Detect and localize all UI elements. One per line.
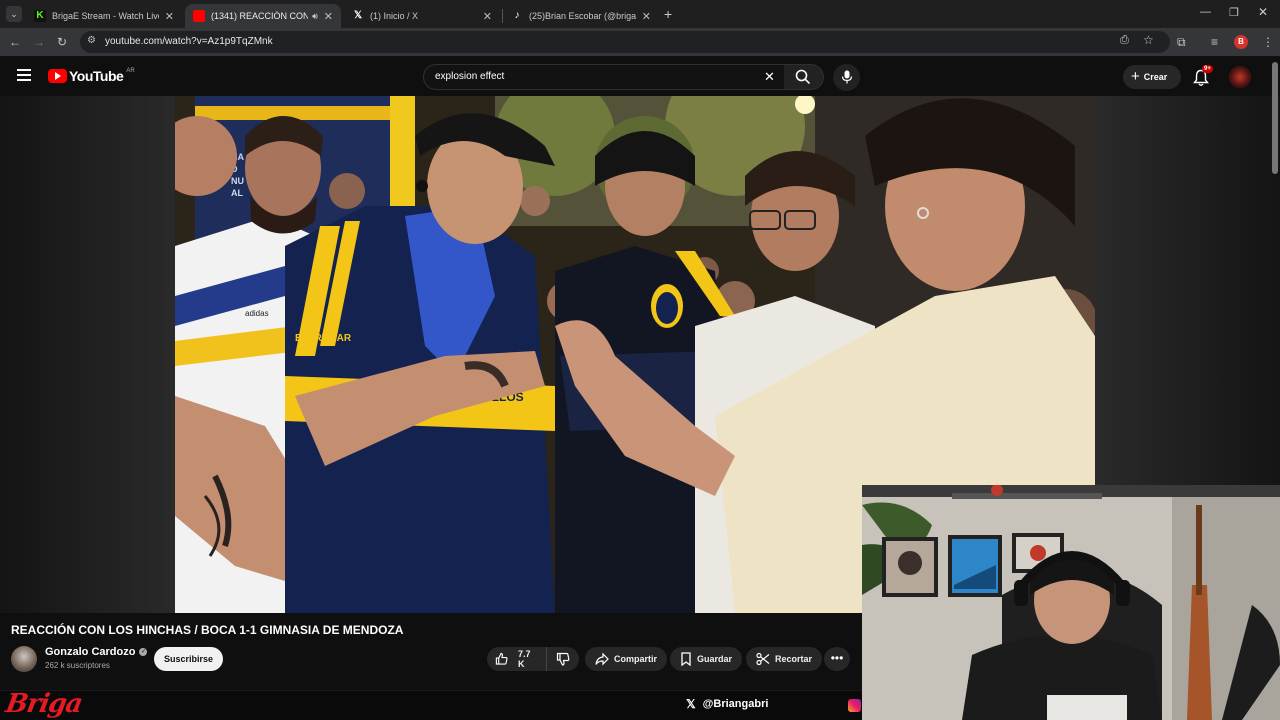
close-icon[interactable]: ✕ bbox=[642, 10, 651, 23]
verified-icon: ✓ bbox=[139, 648, 148, 656]
save-button[interactable]: Guardar bbox=[670, 647, 743, 671]
more-actions-button[interactable]: ••• bbox=[824, 647, 850, 671]
new-tab-button[interactable]: + bbox=[664, 6, 672, 22]
video-ambient-right bbox=[1095, 96, 1280, 496]
back-icon[interactable]: ← bbox=[9, 34, 21, 50]
forward-icon[interactable]: → bbox=[33, 34, 45, 50]
bookmark-star-icon[interactable]: ☆ bbox=[1143, 33, 1154, 47]
streamer-logo-text: Briga bbox=[3, 689, 85, 719]
webcam-frame bbox=[862, 485, 1280, 720]
browser-toolbar: ← → ↻ ⚙ youtube.com/watch?v=Az1p9TqZMnk … bbox=[0, 28, 1280, 56]
profile-avatar[interactable]: B bbox=[1234, 35, 1248, 49]
thumbs-down-icon bbox=[556, 652, 570, 666]
like-dislike-group: 7.7 K bbox=[487, 647, 579, 671]
search-query: explosion effect bbox=[435, 71, 505, 82]
browser-menu-icon[interactable]: ⋮ bbox=[1262, 34, 1274, 50]
tab-tiktok[interactable]: ♪ (25)Brian Escobar (@brigaesc) | ✕ bbox=[503, 4, 659, 28]
address-bar[interactable]: ⚙ youtube.com/watch?v=Az1p9TqZMnk ⎙ ☆ bbox=[80, 31, 1170, 53]
scissors-icon bbox=[756, 652, 770, 666]
save-label: Guardar bbox=[697, 654, 733, 664]
channel-name-text: Gonzalo Cardozo bbox=[45, 646, 136, 658]
svg-text:NU: NU bbox=[231, 176, 244, 186]
tab-x[interactable]: 𝕏 (1) Inicio / X ✕ bbox=[344, 4, 500, 28]
account-avatar[interactable] bbox=[1229, 66, 1251, 88]
close-icon[interactable]: ✕ bbox=[483, 10, 492, 23]
streamer-logo: Briga bbox=[3, 689, 85, 719]
bookmark-icon bbox=[681, 652, 691, 666]
sponsor-text: ESTRUGAR bbox=[295, 333, 352, 344]
x-handle: 𝕏 @Briangabri bbox=[686, 697, 768, 711]
youtube-logo[interactable]: YouTube AR bbox=[48, 68, 135, 84]
x-icon: 𝕏 bbox=[353, 10, 363, 21]
speaker-icon[interactable]: 🔊︎ bbox=[312, 11, 318, 22]
tab-title: (25)Brian Escobar (@brigaesc) | bbox=[529, 11, 636, 21]
url-text: youtube.com/watch?v=Az1p9TqZMnk bbox=[105, 36, 273, 47]
dislike-button[interactable] bbox=[547, 647, 579, 671]
youtube-icon bbox=[193, 10, 205, 22]
tab-kick[interactable]: K BrigaE Stream - Watch Live on ✕ bbox=[26, 4, 182, 28]
like-count: 7.7 K bbox=[518, 649, 531, 669]
youtube-header: YouTube AR explosion effect ✕ + Crear 9+ bbox=[0, 56, 1280, 96]
youtube-wordmark: YouTube bbox=[69, 68, 124, 84]
site-info-icon[interactable]: ⚙ bbox=[87, 35, 96, 46]
clear-search-icon[interactable]: ✕ bbox=[764, 69, 775, 85]
search-icon bbox=[795, 69, 811, 85]
search-input[interactable]: explosion effect ✕ bbox=[423, 64, 785, 90]
clip-label: Recortar bbox=[775, 654, 813, 664]
close-icon[interactable]: ✕ bbox=[324, 10, 333, 23]
share-icon bbox=[595, 652, 609, 666]
notification-badge: 9+ bbox=[1202, 65, 1213, 73]
scrollbar-thumb[interactable] bbox=[1272, 62, 1278, 174]
streamer-webcam bbox=[862, 485, 1280, 720]
search-button[interactable] bbox=[784, 64, 824, 90]
notifications-button[interactable]: 9+ bbox=[1192, 65, 1213, 87]
voice-search-button[interactable] bbox=[833, 64, 860, 91]
subscribe-button[interactable]: Suscribirse bbox=[154, 647, 223, 671]
channel-avatar[interactable] bbox=[11, 646, 37, 672]
subscriber-count: 262 k suscriptores bbox=[45, 661, 110, 670]
minimize-button[interactable]: — bbox=[1200, 6, 1211, 18]
video-title: REACCIÓN CON LOS HINCHAS / BOCA 1-1 GIMN… bbox=[11, 623, 404, 637]
stream-overlay-bar: Briga 𝕏 @Briangabri bbox=[0, 689, 862, 720]
tab-title: (1) Inicio / X bbox=[370, 11, 419, 21]
svg-text:AL: AL bbox=[231, 188, 243, 198]
microphone-icon bbox=[841, 70, 853, 84]
like-button[interactable]: 7.7 K bbox=[487, 647, 547, 671]
tab-search-button[interactable]: ⌄ bbox=[6, 6, 22, 22]
install-app-icon[interactable]: ⎙ bbox=[1120, 34, 1129, 47]
channel-name[interactable]: Gonzalo Cardozo ✓ bbox=[45, 646, 148, 658]
tab-title: (1341) REACCIÓN CON LOS bbox=[211, 11, 309, 21]
close-window-button[interactable]: ✕ bbox=[1258, 5, 1268, 19]
menu-icon[interactable] bbox=[17, 69, 31, 81]
shirt-brand: adidas bbox=[245, 309, 269, 318]
clip-button[interactable]: Recortar bbox=[746, 647, 823, 671]
restore-button[interactable]: ❐ bbox=[1229, 6, 1239, 19]
close-icon[interactable]: ✕ bbox=[165, 10, 174, 23]
reload-icon[interactable]: ↻ bbox=[57, 34, 67, 50]
create-label: Crear bbox=[1143, 72, 1168, 82]
x-handle-text: @Briangabri bbox=[702, 698, 769, 710]
browser-tab-strip: ⌄ K BrigaE Stream - Watch Live on ✕ (134… bbox=[0, 0, 1280, 28]
extensions-icon[interactable]: ⧉ bbox=[1177, 34, 1186, 50]
youtube-play-icon bbox=[48, 69, 67, 83]
tab-youtube[interactable]: (1341) REACCIÓN CON LOS 🔊︎ ✕ bbox=[185, 4, 341, 28]
kick-icon: K bbox=[34, 10, 46, 22]
media-controls-icon[interactable]: ≡ bbox=[1211, 34, 1218, 50]
create-button[interactable]: + Crear bbox=[1123, 65, 1181, 89]
tiktok-icon: ♪ bbox=[514, 10, 520, 21]
x-logo-icon: 𝕏 bbox=[686, 697, 696, 711]
tab-title: BrigaE Stream - Watch Live on bbox=[52, 11, 159, 21]
region-code: AR bbox=[126, 68, 135, 74]
plus-icon: + bbox=[1131, 68, 1140, 85]
share-label: Compartir bbox=[614, 654, 658, 664]
instagram-icon bbox=[848, 699, 861, 712]
share-button[interactable]: Compartir bbox=[585, 647, 668, 671]
thumbs-up-icon bbox=[495, 652, 508, 665]
video-ambient-left bbox=[0, 96, 175, 613]
